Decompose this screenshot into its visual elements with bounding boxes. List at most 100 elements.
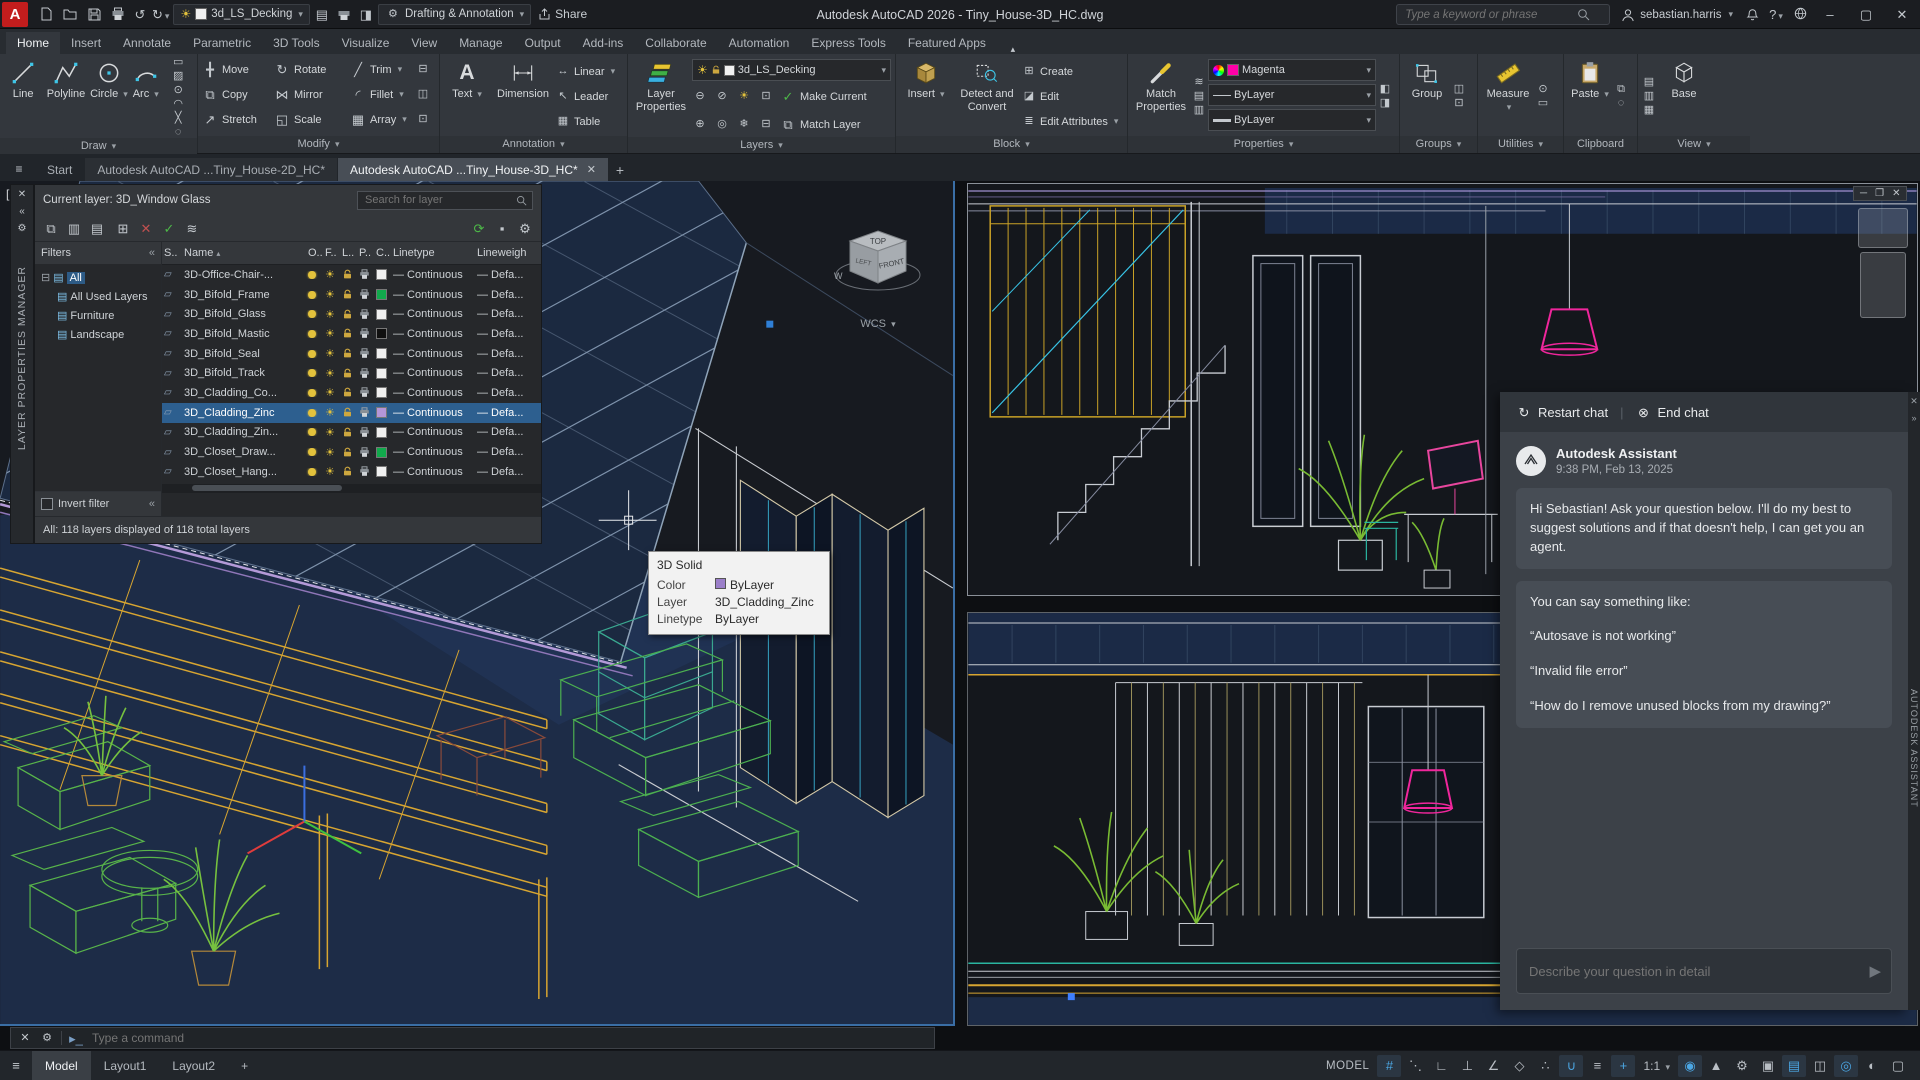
- set-current-layer-icon[interactable]: ✓: [161, 222, 177, 235]
- layer-lock-icon[interactable]: [342, 466, 353, 477]
- layer-row[interactable]: ▱3D_Cladding_Co...☀— Continuous— Defa...: [162, 383, 541, 403]
- layer-search-box[interactable]: [357, 191, 533, 210]
- layer-lock-icon[interactable]: [342, 269, 353, 280]
- tree-expand-icon[interactable]: ⊟: [41, 271, 50, 284]
- layer-on-icon[interactable]: [308, 389, 316, 397]
- app-menu-button[interactable]: A: [2, 2, 28, 27]
- send-icon[interactable]: ▶: [1869, 962, 1881, 980]
- layer-unlock-icon[interactable]: ⊟: [758, 119, 774, 130]
- grid-icon[interactable]: #: [1377, 1055, 1401, 1077]
- xline-tool-icon[interactable]: ╳: [171, 113, 185, 124]
- quick-properties-icon[interactable]: ▤: [1782, 1055, 1806, 1077]
- layer-column-header[interactable]: Name▴: [182, 247, 306, 259]
- properties-settings-icon[interactable]: ▥: [1192, 105, 1206, 116]
- file-tab-2d[interactable]: Autodesk AutoCAD ...Tiny_House-2D_HC*: [85, 158, 337, 181]
- layer-plot-icon[interactable]: [359, 328, 370, 339]
- ribbon-tab-3d-tools[interactable]: 3D Tools: [262, 32, 330, 54]
- panel-label-properties[interactable]: Properties ▾: [1128, 136, 1399, 153]
- layer-lock-icon[interactable]: [342, 348, 353, 359]
- dimension-button[interactable]: Dimension: [492, 57, 554, 136]
- plot-style-icon[interactable]: ◨: [1378, 98, 1392, 109]
- layer-on-icon[interactable]: [308, 330, 316, 338]
- filter-tree-item[interactable]: ⊟▤All: [35, 268, 161, 287]
- collapse-invert-icon[interactable]: «: [149, 498, 155, 510]
- isolate-objects-icon[interactable]: ◎: [1834, 1055, 1858, 1077]
- ribbon-tab-express-tools[interactable]: Express Tools: [800, 32, 896, 54]
- explode-tool-icon[interactable]: ◫: [416, 89, 430, 100]
- scrollbar-thumb[interactable]: [192, 485, 342, 491]
- ungroup-icon[interactable]: ◫: [1452, 84, 1466, 95]
- assistant-input[interactable]: [1527, 963, 1869, 980]
- notification-bell-icon[interactable]: [1744, 7, 1760, 23]
- layer-plot-icon[interactable]: [359, 309, 370, 320]
- mirror-button[interactable]: ⋈Mirror: [274, 82, 350, 107]
- layer-dropdown[interactable]: ☀ 3d_LS_Decking▾: [692, 59, 891, 81]
- object-snap-icon[interactable]: ∪: [1559, 1055, 1583, 1077]
- dynamic-input-icon[interactable]: +: [1611, 1055, 1635, 1077]
- layer-lock-icon[interactable]: [342, 368, 353, 379]
- panel-label-draw[interactable]: Draw ▾: [0, 138, 197, 154]
- ribbon-tab-annotate[interactable]: Annotate: [112, 32, 182, 54]
- create-block-button[interactable]: ⊞Create: [1022, 59, 1118, 84]
- layer-freeze-icon[interactable]: ☀: [325, 465, 335, 478]
- redo-icon[interactable]: ↻▾: [152, 8, 169, 21]
- layer-isolate-icon[interactable]: ⊘: [714, 91, 730, 102]
- layer-column-header[interactable]: C..: [374, 247, 391, 259]
- annotation-scale-button[interactable]: 1:1 ▾: [1637, 1059, 1676, 1073]
- annotation-visibility-icon[interactable]: ◉: [1678, 1055, 1702, 1077]
- layer-column-header[interactable]: Lineweigh: [475, 247, 541, 259]
- filter-tree-item[interactable]: ▤Furniture: [35, 306, 161, 325]
- layer-color-swatch[interactable]: [376, 427, 387, 438]
- layer-lock-icon[interactable]: ⊡: [758, 91, 774, 102]
- ribbon-collapse-icon[interactable]: ▴: [1005, 45, 1021, 54]
- infer-constraints-icon[interactable]: ∟: [1429, 1055, 1453, 1077]
- layer-search-input[interactable]: [363, 193, 516, 207]
- assistant-close-icon[interactable]: ✕: [1910, 396, 1918, 407]
- stretch-button[interactable]: ↗Stretch: [202, 107, 274, 132]
- close-tab-icon[interactable]: ✕: [587, 163, 596, 176]
- layer-lock-icon[interactable]: [342, 407, 353, 418]
- ribbon-tab-manage[interactable]: Manage: [448, 32, 513, 54]
- layer-row[interactable]: ▱3D_Bifold_Seal☀— Continuous— Defa...: [162, 344, 541, 364]
- cube-top-label[interactable]: TOP: [870, 237, 886, 246]
- wcs-menu[interactable]: WCS ▾: [830, 318, 926, 330]
- match-layer-button[interactable]: ⧉Match Layer: [780, 112, 861, 137]
- layer-on-icon[interactable]: [308, 409, 316, 417]
- panel-label-layers[interactable]: Layers ▾: [628, 137, 895, 153]
- edit-block-button[interactable]: ◪Edit: [1022, 84, 1118, 109]
- layer-on-icon[interactable]: ⊕: [692, 119, 708, 130]
- arc-button[interactable]: Arc ▾: [130, 57, 161, 138]
- minimize-button[interactable]: –: [1816, 3, 1844, 27]
- undo-icon[interactable]: ↺: [132, 8, 148, 21]
- ribbon-tab-visualize[interactable]: Visualize: [331, 32, 401, 54]
- color-dropdown[interactable]: Magenta▾: [1208, 59, 1376, 81]
- assistant-input-box[interactable]: ▶: [1516, 948, 1892, 994]
- hatch-tool-icon[interactable]: ▨: [171, 71, 185, 82]
- help-icon[interactable]: ?▾: [1768, 8, 1784, 21]
- layer-row[interactable]: ▱3D-Office-Chair-...☀— Continuous— Defa.…: [162, 265, 541, 285]
- assistant-autohide-icon[interactable]: »: [1911, 413, 1916, 423]
- layer-on-icon[interactable]: [308, 350, 316, 358]
- layer-column-header[interactable]: O..: [306, 247, 323, 259]
- snap-mode-icon[interactable]: ⋱: [1403, 1055, 1427, 1077]
- lineweight-display-icon[interactable]: ≡: [1585, 1055, 1609, 1077]
- lock-ui-icon[interactable]: ◫: [1808, 1055, 1832, 1077]
- isometric-drafting-icon[interactable]: ◇: [1507, 1055, 1531, 1077]
- viewcube-toggle-icon[interactable]: ▤: [1642, 77, 1656, 88]
- spline-tool-icon[interactable]: ◠: [171, 99, 185, 110]
- settings-gear-icon[interactable]: ⚙: [517, 222, 533, 235]
- close-button[interactable]: ✕: [1888, 3, 1916, 27]
- layer-off-icon[interactable]: ⊖: [692, 91, 708, 102]
- move-button[interactable]: ╋Move: [202, 57, 274, 82]
- open-file-icon[interactable]: [60, 5, 80, 23]
- layer-row[interactable]: ▱3D_Bifold_Glass☀— Continuous— Defa...: [162, 304, 541, 324]
- command-customize-icon[interactable]: ⚙: [39, 1033, 55, 1044]
- layer-freeze-icon[interactable]: ☀: [325, 327, 335, 340]
- compass-west-label[interactable]: W: [834, 271, 843, 281]
- layout-menu-icon[interactable]: ≡: [8, 1059, 24, 1072]
- new-file-icon[interactable]: [36, 5, 56, 23]
- graphics-performance-icon[interactable]: ◐: [1860, 1055, 1884, 1077]
- ribbon-tab-parametric[interactable]: Parametric: [182, 32, 262, 54]
- panel-label-groups[interactable]: Groups ▾: [1400, 136, 1477, 153]
- lineweight-dropdown[interactable]: ByLayer▾: [1208, 109, 1376, 131]
